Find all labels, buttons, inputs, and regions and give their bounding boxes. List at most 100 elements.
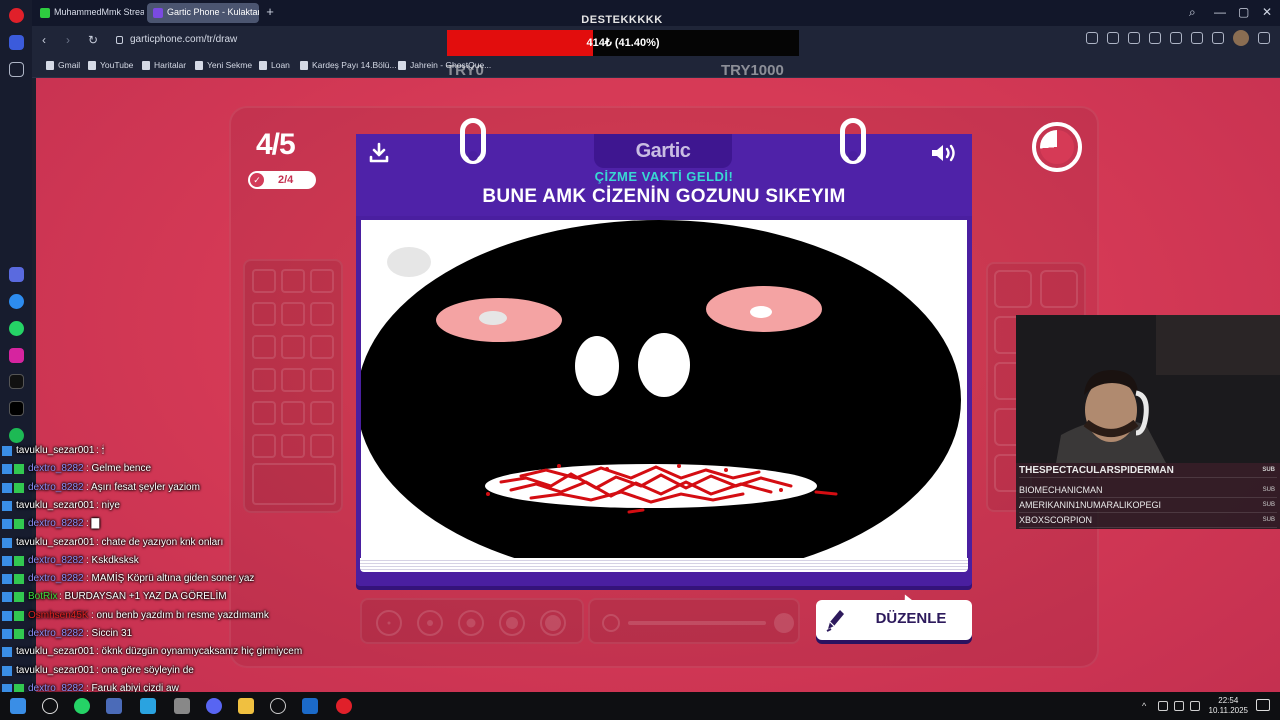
color-swatch[interactable] bbox=[281, 302, 305, 326]
bookmark-youtube[interactable]: YouTube bbox=[88, 60, 133, 70]
star-icon[interactable] bbox=[9, 62, 24, 77]
badge-icon bbox=[2, 482, 12, 493]
play-icon[interactable] bbox=[1149, 32, 1161, 44]
avatar[interactable] bbox=[1233, 30, 1249, 46]
opera-taskbar-icon[interactable] bbox=[336, 698, 352, 714]
bookmark-kardes-payi[interactable]: Kardeş Payı 14.Bölü... bbox=[300, 60, 397, 70]
color-swatch[interactable] bbox=[281, 269, 305, 293]
color-swatch[interactable] bbox=[310, 401, 334, 425]
chat-username[interactable]: tavuklu_sezar001 bbox=[16, 445, 94, 456]
menu-icon[interactable] bbox=[1212, 32, 1224, 44]
app-taskbar-icon[interactable] bbox=[174, 698, 190, 714]
chat-username[interactable]: dextro_8282 bbox=[28, 628, 84, 639]
forward-icon[interactable]: › bbox=[66, 33, 70, 47]
color-swatch[interactable] bbox=[252, 368, 276, 392]
pencil-tool-icon[interactable] bbox=[994, 270, 1032, 308]
discord-icon[interactable] bbox=[206, 698, 222, 714]
color-swatch[interactable] bbox=[281, 335, 305, 359]
download-icon[interactable] bbox=[368, 142, 390, 164]
app-taskbar-icon[interactable] bbox=[106, 698, 122, 714]
chat-username[interactable]: dextro_8282 bbox=[28, 482, 84, 493]
size-option[interactable] bbox=[376, 610, 402, 636]
tray-chevron-icon[interactable]: ^ bbox=[1142, 701, 1152, 711]
clock[interactable]: 22:54 10.11.2025 bbox=[1209, 696, 1248, 716]
chat-username[interactable]: tavuklu_sezar001 bbox=[16, 665, 94, 676]
notification-icon[interactable] bbox=[1256, 699, 1270, 711]
extensions-icon[interactable] bbox=[1258, 32, 1270, 44]
chat-username[interactable]: tavuklu_sezar001 bbox=[16, 537, 94, 548]
donation-goal-min: TRY0 bbox=[446, 62, 484, 79]
chat-username[interactable]: BotRix bbox=[28, 591, 57, 602]
search-icon[interactable] bbox=[42, 698, 58, 714]
eraser-tool-icon[interactable] bbox=[1040, 270, 1078, 308]
timer-icon bbox=[1032, 122, 1082, 172]
chat-username[interactable]: dextro_8282 bbox=[28, 463, 84, 474]
color-swatch[interactable] bbox=[252, 302, 276, 326]
home-icon[interactable] bbox=[9, 35, 24, 50]
size-option[interactable] bbox=[499, 610, 525, 636]
url-field[interactable]: garticphone.com/tr/draw bbox=[112, 30, 432, 50]
sub-row: AMERIKANIN1NUMARALIKOPEGI SUB bbox=[1019, 499, 1277, 513]
opacity-slider[interactable] bbox=[588, 598, 800, 644]
bookmark-new-tab[interactable]: Yeni Sekme bbox=[195, 60, 252, 70]
search-tabs-icon[interactable]: ⌕ bbox=[1189, 5, 1196, 20]
steam-icon[interactable] bbox=[302, 698, 318, 714]
start-icon[interactable] bbox=[10, 698, 26, 714]
gartic-logo: Gartic bbox=[635, 140, 691, 162]
opera-logo-icon[interactable] bbox=[9, 8, 24, 23]
messenger-icon[interactable] bbox=[9, 294, 24, 309]
camera-icon[interactable] bbox=[1107, 32, 1119, 44]
folder-icon[interactable] bbox=[238, 698, 254, 714]
chat-username[interactable]: tavuklu_sezar001 bbox=[16, 646, 94, 657]
tab-stream[interactable]: MuhammedMmk Stream bbox=[34, 3, 144, 23]
chat-username[interactable]: tavuklu_sezar001 bbox=[16, 500, 94, 511]
spotify-icon[interactable] bbox=[9, 428, 24, 443]
instagram-icon[interactable] bbox=[9, 348, 24, 363]
close-button[interactable]: ✕ bbox=[1262, 5, 1272, 19]
whatsapp-icon[interactable] bbox=[9, 321, 24, 336]
maximize-button[interactable]: ▢ bbox=[1238, 5, 1249, 19]
color-swatch[interactable] bbox=[281, 368, 305, 392]
chat-username[interactable]: dextro_8282 bbox=[28, 518, 84, 529]
obs-icon[interactable] bbox=[270, 698, 286, 714]
color-swatch[interactable] bbox=[310, 302, 334, 326]
edit-icon[interactable] bbox=[1086, 32, 1098, 44]
tab-gartic[interactable]: Gartic Phone - Kulaktan K bbox=[147, 3, 259, 23]
whatsapp-taskbar-icon[interactable] bbox=[74, 698, 90, 714]
minimize-button[interactable]: — bbox=[1214, 5, 1226, 19]
chat-username[interactable]: Osmhsen45K bbox=[28, 610, 89, 621]
color-swatch[interactable] bbox=[281, 401, 305, 425]
app-taskbar-icon[interactable] bbox=[140, 698, 156, 714]
size-option[interactable] bbox=[417, 610, 443, 636]
new-tab-button[interactable]: + bbox=[263, 5, 277, 19]
download-icon[interactable] bbox=[1191, 32, 1203, 44]
heart-icon[interactable] bbox=[1170, 32, 1182, 44]
slider-track[interactable] bbox=[628, 621, 766, 625]
x-icon[interactable] bbox=[9, 401, 24, 416]
network-icon[interactable] bbox=[1190, 701, 1200, 711]
reload-icon[interactable]: ↻ bbox=[88, 33, 98, 47]
drawing-canvas[interactable] bbox=[361, 220, 967, 560]
back-icon[interactable]: ‹ bbox=[42, 33, 46, 47]
speaker-icon[interactable] bbox=[1174, 701, 1184, 711]
color-swatch[interactable] bbox=[252, 335, 276, 359]
bookmark-gmail[interactable]: Gmail bbox=[46, 60, 80, 70]
chat-username[interactable]: dextro_8282 bbox=[28, 555, 84, 566]
shield-icon[interactable] bbox=[1128, 32, 1140, 44]
bookmark-maps[interactable]: Haritalar bbox=[142, 60, 186, 70]
color-swatch[interactable] bbox=[310, 269, 334, 293]
size-option[interactable] bbox=[540, 610, 566, 636]
mic-icon[interactable] bbox=[1158, 701, 1168, 711]
bookmark-loan[interactable]: Loan bbox=[259, 60, 290, 70]
color-swatch[interactable] bbox=[252, 401, 276, 425]
color-swatch[interactable] bbox=[252, 269, 276, 293]
sound-icon[interactable] bbox=[930, 142, 960, 164]
aria-icon[interactable] bbox=[9, 267, 24, 282]
chat-username[interactable]: dextro_8282 bbox=[28, 573, 84, 584]
size-option[interactable] bbox=[458, 610, 484, 636]
edit-button[interactable]: DÜZENLE bbox=[816, 600, 972, 640]
tiktok-icon[interactable] bbox=[9, 374, 24, 389]
chat-text: : ▇ bbox=[86, 518, 100, 530]
color-swatch[interactable] bbox=[310, 368, 334, 392]
color-swatch[interactable] bbox=[310, 335, 334, 359]
